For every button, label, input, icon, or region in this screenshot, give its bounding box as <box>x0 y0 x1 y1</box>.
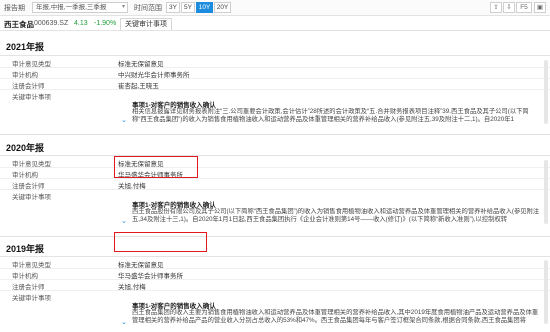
range-20y-button[interactable]: 20Y <box>214 2 231 13</box>
expand-chevron-icon[interactable]: ⌄ <box>121 318 127 326</box>
highlight-box <box>114 156 198 178</box>
section-divider <box>0 236 550 237</box>
row-divider <box>0 78 550 79</box>
stock-price: 4.13 <box>74 19 88 27</box>
row-accountants: 注册会计师 关旭,付梅 <box>0 180 550 190</box>
row-divider <box>0 268 550 269</box>
row-divider <box>0 67 550 68</box>
scrollbar[interactable] <box>544 60 548 124</box>
row-key-audit-matters: 关键审计事项 <box>0 292 550 302</box>
section-divider <box>0 155 550 156</box>
report-section-2021: 2021年报 审计意见类型 标准无保留意见 审计机构 中兴财光华会计师事务所 注… <box>0 32 550 132</box>
row-key-audit-matters: 关键审计事项 <box>0 91 550 101</box>
section-divider <box>0 134 550 135</box>
row-key-audit-matters: 关键审计事项 <box>0 191 550 201</box>
report-period-value: 年报,中报,一季报,三季报 <box>36 4 107 11</box>
row-accountants: 注册会计师 关旭,付梅 <box>0 281 550 291</box>
stock-code: 000639.SZ <box>34 19 69 27</box>
row-audit-opinion: 审计意见类型 标准无保留意见 <box>0 259 550 269</box>
refresh-f5-icon[interactable]: F5 <box>516 2 532 13</box>
stock-name: 西王食品 <box>4 20 34 29</box>
report-section-2020: 2020年报 审计意见类型 标准无保留意见 审计机构 华马盛华会计师事务所 注册… <box>0 134 550 238</box>
tab-key-audit-matters[interactable]: 关键审计事项 <box>120 18 172 30</box>
scrollbar[interactable] <box>544 260 548 324</box>
section-divider <box>0 55 550 56</box>
report-period-label: 报告期 <box>4 5 25 12</box>
row-accountants: 注册会计师 崔杏起,王晓玉 <box>0 80 550 90</box>
row-divider <box>0 89 550 90</box>
section-year-title: 2020年报 <box>6 143 45 153</box>
row-audit-firm: 审计机构 华马盛华会计师事务所 <box>0 270 550 280</box>
export-up-icon[interactable]: ⇧ <box>490 2 502 13</box>
range-5y-button[interactable]: 5Y <box>181 2 195 13</box>
scrollbar[interactable] <box>544 160 548 224</box>
time-range-label: 时间范围 <box>134 5 162 12</box>
section-divider <box>0 256 550 257</box>
field-label: 关键审计事项 <box>12 194 51 201</box>
stock-change: -1.90% <box>94 19 117 27</box>
range-10y-button[interactable]: 10Y <box>196 2 213 13</box>
chevron-down-icon: ▾ <box>121 4 125 10</box>
matter-text: 西王食品股份有限公司及其子公司(以下简称“西王食品集团”)的收入为销售食用植物油… <box>132 208 540 223</box>
section-year-title: 2019年报 <box>6 244 45 254</box>
expand-chevron-icon[interactable]: ⌄ <box>121 116 127 124</box>
window-icon[interactable]: ▣ <box>534 2 546 13</box>
expand-chevron-icon[interactable]: ⌄ <box>121 217 127 225</box>
row-divider <box>0 189 550 190</box>
row-audit-opinion: 审计意见类型 标准无保留意见 <box>0 158 550 168</box>
report-section-2019: 2019年报 审计意见类型 标准无保留意见 审计机构 华马盛华会计师事务所 注册… <box>0 232 550 332</box>
row-divider <box>0 167 550 168</box>
export-down-icon[interactable]: ⇩ <box>503 2 515 13</box>
field-label: 关键审计事项 <box>12 295 51 302</box>
row-divider <box>0 279 550 280</box>
matter-text: 相关信息披露详见财务报表附注“三.公司重要会计政策,会计估计”28所述的会计政策… <box>132 108 529 123</box>
toolbar: 报告期 年报,中报,一季报,三季报 ▾ 时间范围 3Y 5Y 10Y 20Y ⇧… <box>0 0 550 16</box>
row-audit-firm: 审计机构 华马盛华会计师事务所 <box>0 169 550 179</box>
matter-text: 西王食品集团的收入主要为销售食用植物油收入和运动营养品及体重管理相关的营养补给品… <box>132 309 539 324</box>
stock-header: 西王食品 000639.SZ 4.13 -1.90% 关键审计事项 <box>0 17 550 31</box>
row-divider <box>0 178 550 179</box>
field-label: 关键审计事项 <box>12 94 51 101</box>
row-divider <box>0 290 550 291</box>
row-audit-firm: 审计机构 中兴财光华会计师事务所 <box>0 69 550 79</box>
report-period-select[interactable]: 年报,中报,一季报,三季报 ▾ <box>32 2 128 13</box>
range-3y-button[interactable]: 3Y <box>166 2 180 13</box>
section-year-title: 2021年报 <box>6 42 45 52</box>
row-audit-opinion: 审计意见类型 标准无保留意见 <box>0 58 550 68</box>
highlight-box <box>114 232 207 252</box>
